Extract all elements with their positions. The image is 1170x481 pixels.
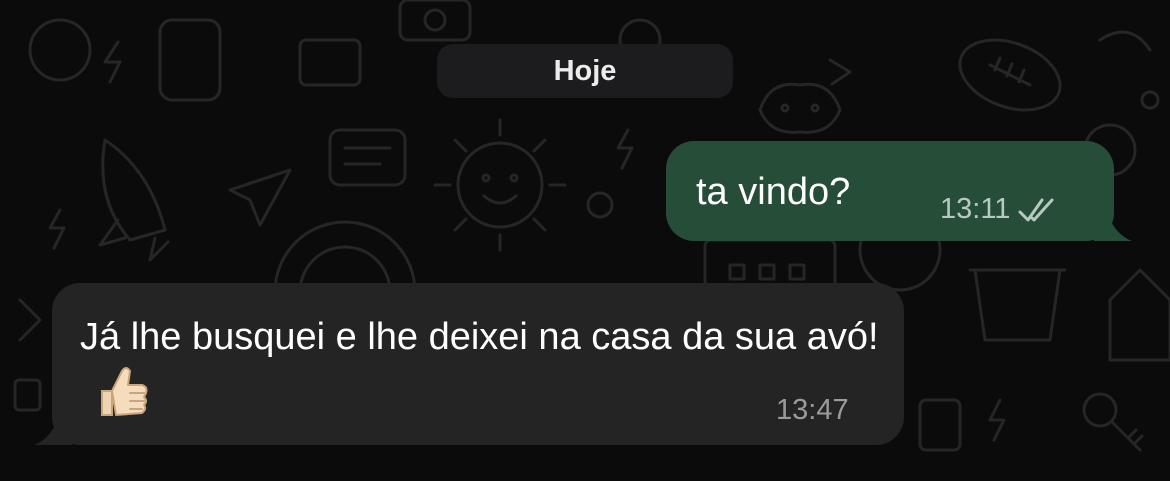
message-time: 13:47 xyxy=(776,394,849,426)
bubble-tail-icon xyxy=(34,405,72,445)
date-separator: Hoje xyxy=(437,44,733,98)
incoming-message-bubble[interactable]: Já lhe busquei e lhe deixei na casa da s… xyxy=(34,283,904,445)
message-text-container: Já lhe busquei e lhe deixei na casa da s… xyxy=(80,309,880,423)
double-check-read-icon xyxy=(1018,198,1054,221)
message-time: 13:11 xyxy=(940,193,1011,225)
thumbs-up-icon xyxy=(101,366,148,416)
message-text: ta vindo? xyxy=(696,171,851,213)
outgoing-message-bubble[interactable]: ta vindo? 13:11 xyxy=(666,141,1132,241)
bubble-tail-icon xyxy=(1094,201,1132,241)
message-meta: 13:11 xyxy=(940,193,1058,226)
date-separator-label: Hoje xyxy=(553,54,617,87)
message-text: Já lhe busquei e lhe deixei na casa da s… xyxy=(80,316,879,358)
